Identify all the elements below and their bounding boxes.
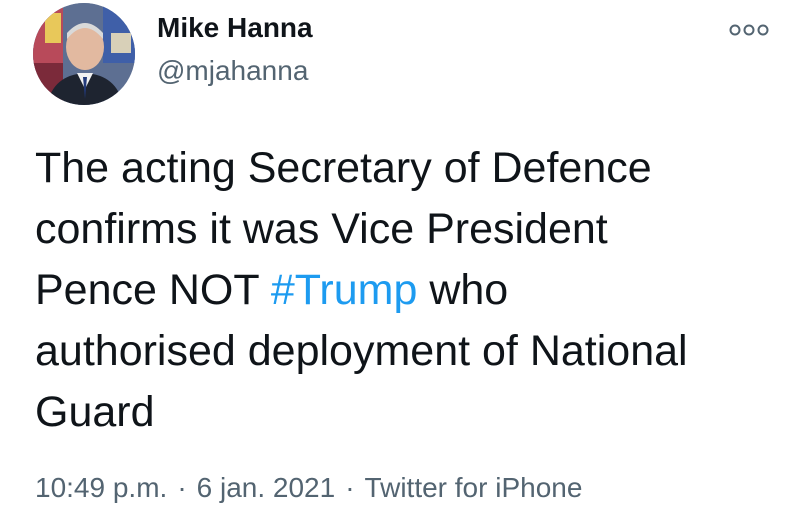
avatar[interactable] [33, 3, 135, 105]
display-name[interactable]: Mike Hanna [157, 12, 313, 44]
tweet-card: Mike Hanna @mjahanna The acting Secretar… [0, 0, 800, 510]
more-options-icon [729, 24, 769, 36]
tweet-text-segment: who [417, 266, 509, 314]
more-options-button[interactable] [727, 18, 771, 42]
tweet-text-line: confirms it was Vice President [35, 205, 608, 253]
avatar-image [33, 3, 135, 105]
tweet-text-line: Guard [35, 388, 155, 436]
tweet-meta: 10:49 p.m. · 6 jan. 2021 · Twitter for iPhon… [35, 472, 582, 504]
tweet-text-line: Pence NOT #Trump who [35, 260, 775, 321]
meta-separator: · [177, 472, 187, 503]
tweet-text: The acting Secretary of Defence confirms… [35, 138, 775, 443]
user-handle[interactable]: @mjahanna [157, 55, 308, 87]
meta-separator: · [345, 472, 355, 503]
tweet-text-line: authorised deployment of National [35, 327, 688, 375]
tweet-time[interactable]: 10:49 p.m. [35, 472, 167, 503]
tweet-text-line: The acting Secretary of Defence [35, 144, 652, 192]
hashtag-link[interactable]: #Trump [271, 266, 418, 314]
tweet-date[interactable]: 6 jan. 2021 [197, 472, 336, 503]
tweet-text-segment: Pence NOT [35, 266, 271, 314]
tweet-source[interactable]: Twitter for iPhone [365, 472, 583, 503]
